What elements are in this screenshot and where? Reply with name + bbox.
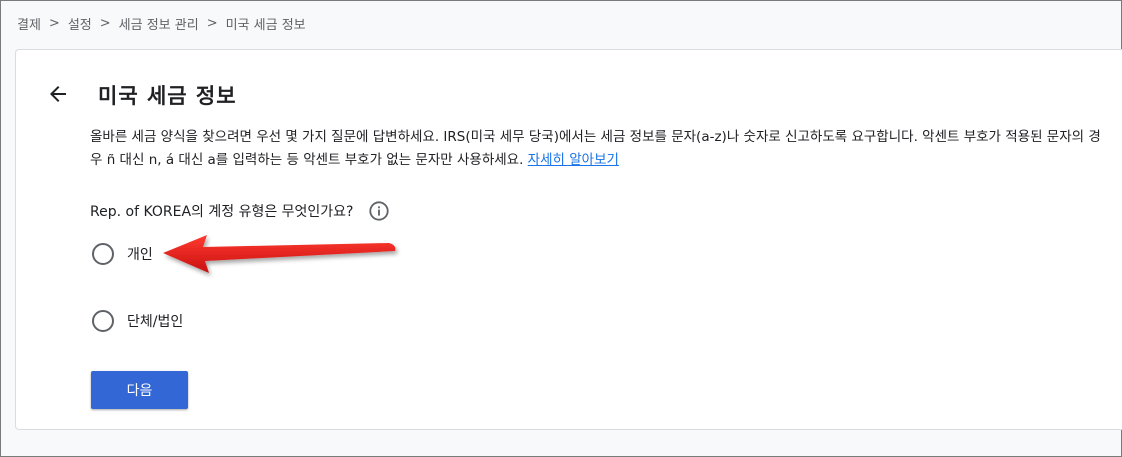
option-individual[interactable]: 개인 (92, 243, 153, 265)
chevron-right-icon: > (99, 16, 111, 31)
breadcrumb-item-us-tax-info: 미국 세금 정보 (225, 18, 306, 33)
account-type-question: Rep. of KOREA의 계정 유형은 무엇인가요? (90, 200, 390, 222)
option-organization[interactable]: 단체/법인 (92, 310, 183, 332)
learn-more-link[interactable]: 자세히 알아보기 (528, 152, 619, 168)
breadcrumb-item-settings[interactable]: 설정 (68, 14, 92, 33)
breadcrumb-item-tax-info-management[interactable]: 세금 정보 관리 (119, 14, 199, 33)
breadcrumb: 결제 > 설정 > 세금 정보 관리 > 미국 세금 정보 (17, 14, 306, 33)
option-individual-label: 개인 (127, 247, 153, 263)
arrow-left-icon (50, 86, 66, 102)
radio-organization[interactable] (92, 310, 114, 332)
window-frame: 결제 > 설정 > 세금 정보 관리 > 미국 세금 정보 미국 세금 정보 올… (0, 0, 1122, 457)
chevron-right-icon: > (48, 16, 60, 31)
info-icon[interactable] (368, 200, 390, 222)
question-label: Rep. of KOREA의 계정 유형은 무엇인가요? (90, 204, 354, 220)
radio-individual[interactable] (92, 243, 114, 265)
page-title: 미국 세금 정보 (98, 84, 237, 108)
option-organization-label: 단체/법인 (127, 314, 184, 330)
back-button[interactable] (46, 82, 70, 106)
chevron-right-icon: > (206, 16, 218, 31)
intro-text: 올바른 세금 양식을 찾으려면 우선 몇 가지 질문에 답변하세요. IRS(미… (90, 126, 1110, 172)
tax-info-card: 미국 세금 정보 올바른 세금 양식을 찾으려면 우선 몇 가지 질문에 답변하… (15, 49, 1122, 430)
breadcrumb-item-billing[interactable]: 결제 (17, 14, 41, 33)
next-button[interactable]: 다음 (91, 371, 188, 409)
